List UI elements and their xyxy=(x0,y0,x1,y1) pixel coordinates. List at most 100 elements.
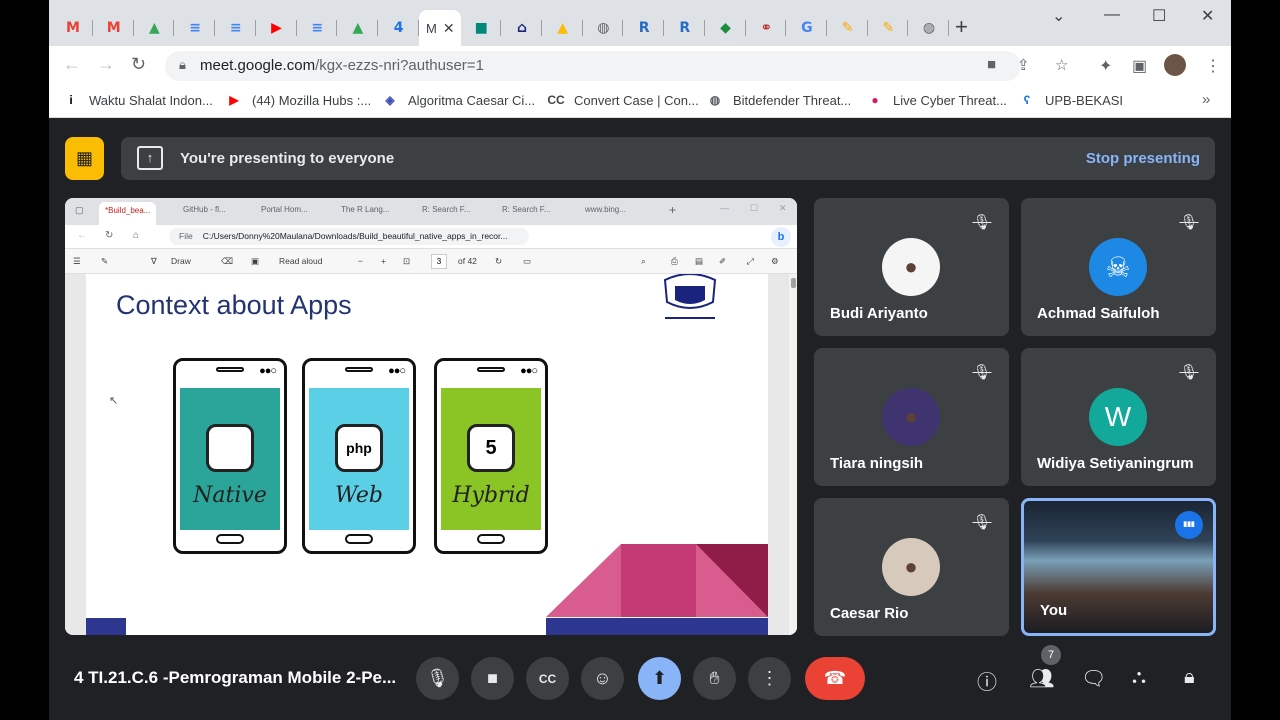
maximize-button[interactable]: ☐ xyxy=(1152,6,1166,26)
browser-tab[interactable]: M xyxy=(94,10,134,46)
bookmark-item[interactable]: ʕ UPB-BEKASI xyxy=(1019,92,1123,108)
more-vertical-icon: ⋮ xyxy=(760,668,779,688)
minimize-button[interactable]: — xyxy=(1104,6,1120,24)
browser-tab[interactable]: R xyxy=(665,10,705,46)
pdf-print-icon: ⎙ xyxy=(671,256,678,266)
people-button[interactable]: 👥︎ xyxy=(1029,666,1054,691)
leave-call-button[interactable]: ☎︎ xyxy=(805,657,865,700)
microphone-button[interactable]: 🎙︎ xyxy=(416,657,459,700)
browser-tab[interactable]: R xyxy=(624,10,665,46)
participant-avatar: ● xyxy=(882,388,940,446)
participant-avatar: ● xyxy=(882,238,940,296)
present-screen-icon: ↑ xyxy=(137,146,163,170)
more-options-button[interactable]: ⋮ xyxy=(748,657,791,700)
browser-tab[interactable]: ⚭ xyxy=(746,10,787,46)
profile-avatar[interactable] xyxy=(1164,54,1186,76)
pdf-zoom-in-icon: + xyxy=(381,256,386,266)
browser-tab[interactable]: ■ xyxy=(461,10,502,46)
bookmark-star-icon[interactable]: ☆ xyxy=(1055,56,1068,74)
participant-tile[interactable]: 🎙︎ ● Budi Ariyanto xyxy=(814,198,1009,336)
browser-tab[interactable]: ✎ xyxy=(868,10,909,46)
extensions-icon[interactable]: ✦ xyxy=(1099,56,1112,76)
activities-button[interactable]: ⛬ xyxy=(1132,666,1146,689)
globe-icon: ◍ xyxy=(922,20,936,36)
shared-browser-tab: R: Search F... xyxy=(502,205,551,214)
participant-avatar: ☠ xyxy=(1089,238,1147,296)
share-icon[interactable]: ⇪ xyxy=(1017,56,1030,74)
bookmark-item[interactable]: ● Live Cyber Threat... xyxy=(867,92,1007,108)
bookmark-item[interactable]: CC Convert Case | Con... xyxy=(547,92,698,108)
participant-tile[interactable]: 🎙︎ ● Tiara ningsih xyxy=(814,348,1009,486)
self-video-tile[interactable]: ▮▮▮ You xyxy=(1021,498,1216,636)
tab-search-icon[interactable]: ⌄ xyxy=(1052,6,1065,26)
lock-icon: 🔒︎ xyxy=(179,57,186,72)
pdf-settings-icon: ⚙ xyxy=(771,256,779,266)
hybrid-html-icon: 5 xyxy=(467,424,515,472)
video-camera-icon: ■ xyxy=(487,668,498,688)
reactions-button[interactable]: ☺ xyxy=(581,657,624,700)
muted-mic-icon: 🎙︎ xyxy=(1179,364,1199,381)
chat-button[interactable]: 🗨︎ xyxy=(1081,666,1106,691)
shared-close-icon: ✕ xyxy=(779,203,787,213)
browser-tab[interactable]: ◆ xyxy=(706,10,746,46)
browser-tab[interactable]: ⌂ xyxy=(502,10,542,46)
muted-mic-icon: 🎙︎ xyxy=(1179,214,1199,231)
raise-hand-button[interactable]: ✋︎ xyxy=(693,657,736,700)
browser-tab[interactable]: ≡ xyxy=(297,10,338,46)
back-button[interactable]: ← xyxy=(63,54,81,75)
browser-tab[interactable]: ▲ xyxy=(134,10,175,46)
new-tab-button[interactable]: + xyxy=(955,14,968,40)
camera-button[interactable]: ■ xyxy=(471,657,514,700)
meeting-details-button[interactable]: ⓘ xyxy=(977,666,997,695)
participant-tile[interactable]: 🎙︎ W Widiya Setiyaningrum xyxy=(1021,348,1216,486)
side-panel-icon[interactable]: ▣ xyxy=(1132,56,1147,76)
participant-tile[interactable]: 🎙︎ ● Caesar Rio xyxy=(814,498,1009,636)
participant-avatar: W xyxy=(1089,388,1147,446)
stop-presenting-button[interactable]: Stop presenting xyxy=(1086,150,1200,167)
address-bar[interactable]: 🔒︎ meet.google.com/kgx-ezzs-nri?authuser… xyxy=(165,51,1068,81)
bookmark-item[interactable]: ▶ (44) Mozilla Hubs :... xyxy=(226,92,371,108)
browser-tab[interactable]: ≡ xyxy=(216,10,256,46)
bookmark-item[interactable]: i Waktu Shalat Indon... xyxy=(63,92,212,108)
forward-button[interactable]: → xyxy=(97,54,115,75)
browser-tab[interactable]: ◍ xyxy=(909,10,949,46)
menu-icon[interactable]: ⋮ xyxy=(1205,56,1221,76)
google-icon: G xyxy=(801,20,813,36)
youtube-icon: ▶ xyxy=(229,93,239,107)
browser-tab[interactable]: 4 xyxy=(379,10,419,46)
participant-name: You xyxy=(1040,602,1068,619)
shared-browser-tab: The R Lang... xyxy=(341,205,390,214)
camera-icon[interactable]: ■ xyxy=(987,56,996,73)
presentation-icon[interactable]: ▦ xyxy=(65,137,104,180)
bookmarks-more-button[interactable]: » xyxy=(1202,91,1210,108)
pdf-read-aloud: Read aloud xyxy=(279,256,323,266)
browser-tab[interactable]: ▶ xyxy=(257,10,297,46)
reload-button[interactable]: ↻ xyxy=(131,54,146,75)
captions-button[interactable]: CC xyxy=(526,657,569,700)
browser-tab[interactable]: G xyxy=(787,10,827,46)
shared-maximize-icon: ☐ xyxy=(750,203,759,213)
close-tab-icon[interactable]: ✕ xyxy=(443,20,455,37)
browser-tab[interactable]: ✎ xyxy=(828,10,868,46)
present-now-button[interactable]: ⬆ xyxy=(638,657,681,700)
participant-tile[interactable]: 🎙︎ ☠ Achmad Saifuloh xyxy=(1021,198,1216,336)
native-screen: Native xyxy=(180,388,280,530)
shared-browser-tab: GitHub - fl... xyxy=(183,205,226,214)
microphone-icon: 🎙︎ xyxy=(426,668,449,688)
browser-tab[interactable]: ▲ xyxy=(543,10,583,46)
bookmark-item[interactable]: ◍ Bitdefender Threat... xyxy=(707,92,852,108)
bookmark-item[interactable]: ◈ Algoritma Caesar Ci... xyxy=(382,92,535,108)
browser-tab[interactable]: ◍ xyxy=(583,10,624,46)
browser-tab[interactable]: M ✕ xyxy=(419,10,462,46)
pdf-page-input: 3 xyxy=(431,254,447,269)
browser-tab[interactable]: ▲ xyxy=(338,10,378,46)
shared-screen: ▢ + — ☐ ✕ *Build_bea... GitHub - fl... Por… xyxy=(65,198,797,635)
browser-tab[interactable]: ≡ xyxy=(175,10,216,46)
phone-label: Native xyxy=(193,483,267,508)
close-window-button[interactable]: ✕ xyxy=(1201,6,1214,26)
muted-mic-icon: 🎙︎ xyxy=(972,514,992,531)
web-screen: php Web xyxy=(309,388,409,530)
mouse-cursor-icon: ↖ xyxy=(109,395,119,407)
host-controls-button[interactable]: 🔒︎ xyxy=(1184,666,1195,689)
browser-tab[interactable]: M xyxy=(53,10,93,46)
